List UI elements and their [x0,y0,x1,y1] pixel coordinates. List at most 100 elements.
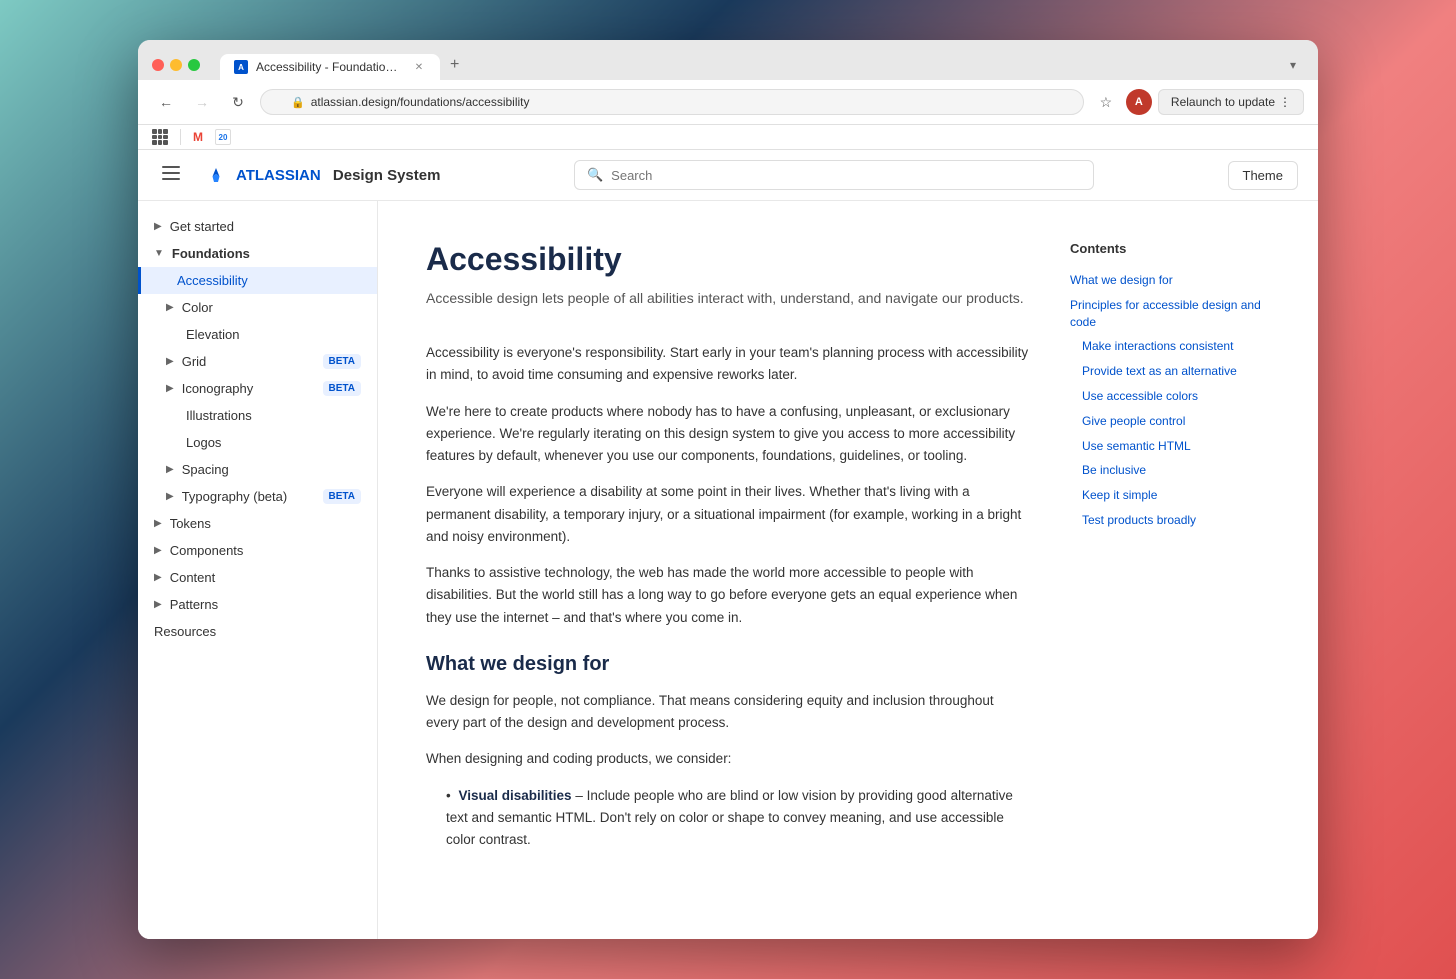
address-text: atlassian.design/foundations/accessibili… [311,95,530,109]
forward-button[interactable]: → [188,88,216,116]
sidebar-item-content[interactable]: Content [138,564,377,591]
calendar-icon: 20 [215,129,231,145]
atlassian-logo-icon [204,163,228,187]
chevron-right-icon [166,464,174,475]
chevron-right-icon [166,356,174,367]
sidebar-item-get-started[interactable]: Get started [138,213,377,240]
minimize-button[interactable] [170,59,182,71]
search-bar: 🔍 [574,160,1094,190]
toc-item-0[interactable]: What we design for [1070,268,1270,293]
bookmark-separator [180,129,181,145]
toc-item-3[interactable]: Provide text as an alternative [1070,359,1270,384]
close-button[interactable] [152,59,164,71]
bullet-term: Visual disabilities [459,788,572,803]
sidebar-toggle-button[interactable] [158,162,184,189]
page-subtitle: Accessible design lets people of all abi… [426,290,1030,306]
when-designing: When designing and coding products, we c… [426,748,1030,770]
nav-actions: ☆ A Relaunch to update ⋮ [1092,88,1304,116]
toc-item-7[interactable]: Be inclusive [1070,458,1270,483]
sidebar-item-color[interactable]: Color [138,294,377,321]
toc-title: Contents [1070,241,1270,256]
content-section-intro: Accessibility is everyone's responsibili… [426,342,1030,629]
relaunch-chevron: ⋮ [1279,95,1291,109]
paragraph-3: Everyone will experience a disability at… [426,481,1030,548]
sidebar-item-elevation[interactable]: Elevation [138,321,377,348]
toc-item-5[interactable]: Give people control [1070,409,1270,434]
page-title: Accessibility [426,241,1030,278]
chevron-right-icon [154,599,162,610]
sidebar-item-patterns[interactable]: Patterns [138,591,377,618]
chevron-down-icon [154,248,164,259]
back-button[interactable]: ← [152,88,180,116]
profile-avatar[interactable]: A [1126,89,1152,115]
sidebar-item-components[interactable]: Components [138,537,377,564]
browser-window: A Accessibility - Foundations - ✕ + ▾ ← … [138,40,1318,939]
toc-item-4[interactable]: Use accessible colors [1070,384,1270,409]
maximize-button[interactable] [188,59,200,71]
beta-badge: BETA [323,354,361,369]
theme-button[interactable]: Theme [1228,161,1298,190]
main-content: Accessibility Accessible design lets peo… [378,201,1318,939]
logo-ds: Design System [333,167,441,184]
tabs-bar: A Accessibility - Foundations - ✕ + [220,50,1274,80]
chevron-right-icon [154,221,162,232]
chevron-right-icon [166,302,174,313]
sidebar-item-tokens[interactable]: Tokens [138,510,377,537]
address-icon: 🔒 [291,96,305,109]
tab-title: Accessibility - Foundations - [256,60,404,74]
toc-item-8[interactable]: Keep it simple [1070,483,1270,508]
sidebar-item-logos[interactable]: Logos [138,429,377,456]
logo-area: ATLASSIAN Design System [204,163,440,187]
sidebar-item-spacing[interactable]: Spacing [138,456,377,483]
sidebar-item-accessibility[interactable]: Accessibility [138,267,377,294]
section-heading: What we design for [426,653,1030,676]
gmail-bookmark[interactable]: M [193,130,203,144]
sidebar-item-foundations[interactable]: Foundations [138,240,377,267]
chevron-right-icon [154,518,162,529]
beta-badge: BETA [323,381,361,396]
search-input-wrapper[interactable]: 🔍 [574,160,1094,190]
new-tab-button[interactable]: + [440,50,469,80]
sidebar-item-resources[interactable]: Resources [138,618,377,645]
app-content: ATLASSIAN Design System 🔍 Theme G [138,150,1318,939]
toc-item-6[interactable]: Use semantic HTML [1070,434,1270,459]
toc-item-2[interactable]: Make interactions consistent [1070,334,1270,359]
nav-bar: ← → ↻ 🔒 atlassian.design/foundations/acc… [138,80,1318,125]
relaunch-button[interactable]: Relaunch to update ⋮ [1158,89,1304,115]
sidebar-item-illustrations[interactable]: Illustrations [138,402,377,429]
sidebar: Get started Foundations Accessibility Co… [138,201,378,939]
toc-item-9[interactable]: Test products broadly [1070,508,1270,533]
main-layout: Get started Foundations Accessibility Co… [138,201,1318,939]
sidebar-item-grid[interactable]: Grid BETA [138,348,377,375]
reload-button[interactable]: ↻ [224,88,252,116]
search-icon: 🔍 [587,167,603,183]
paragraph-2: We're here to create products where nobo… [426,401,1030,468]
chevron-right-icon [154,572,162,583]
address-bar[interactable]: 🔒 atlassian.design/foundations/accessibi… [260,89,1084,115]
beta-badge: BETA [323,489,361,504]
logo-text: ATLASSIAN Design System [236,167,440,184]
paragraph-4: Thanks to assistive technology, the web … [426,562,1030,629]
toc-item-1[interactable]: Principles for accessible design and cod… [1070,293,1270,335]
calendar-bookmark[interactable]: 20 [215,129,231,145]
bullet-item-visual: • Visual disabilities – Include people w… [446,785,1030,852]
search-input[interactable] [611,168,1081,183]
traffic-lights [152,59,200,71]
logo-atlassian: ATLASSIAN [236,167,321,184]
content-body: Accessibility Accessible design lets peo… [426,241,1030,899]
relaunch-label: Relaunch to update [1171,95,1275,109]
tabs-expand-button[interactable]: ▾ [1282,52,1304,78]
content-section-what-we-design: What we design for We design for people,… [426,653,1030,852]
bookmark-button[interactable]: ☆ [1092,88,1120,116]
chevron-right-icon [166,383,174,394]
tab-favicon: A [234,60,248,74]
table-of-contents: Contents What we design for Principles f… [1070,241,1270,899]
section-intro: We design for people, not compliance. Th… [426,690,1030,735]
bookmarks-bar: M 20 [138,125,1318,150]
paragraph-1: Accessibility is everyone's responsibili… [426,342,1030,387]
sidebar-item-iconography[interactable]: Iconography BETA [138,375,377,402]
apps-grid-icon[interactable] [152,129,168,145]
active-tab[interactable]: A Accessibility - Foundations - ✕ [220,54,440,80]
tab-close-button[interactable]: ✕ [412,60,426,74]
sidebar-item-typography[interactable]: Typography (beta) BETA [138,483,377,510]
